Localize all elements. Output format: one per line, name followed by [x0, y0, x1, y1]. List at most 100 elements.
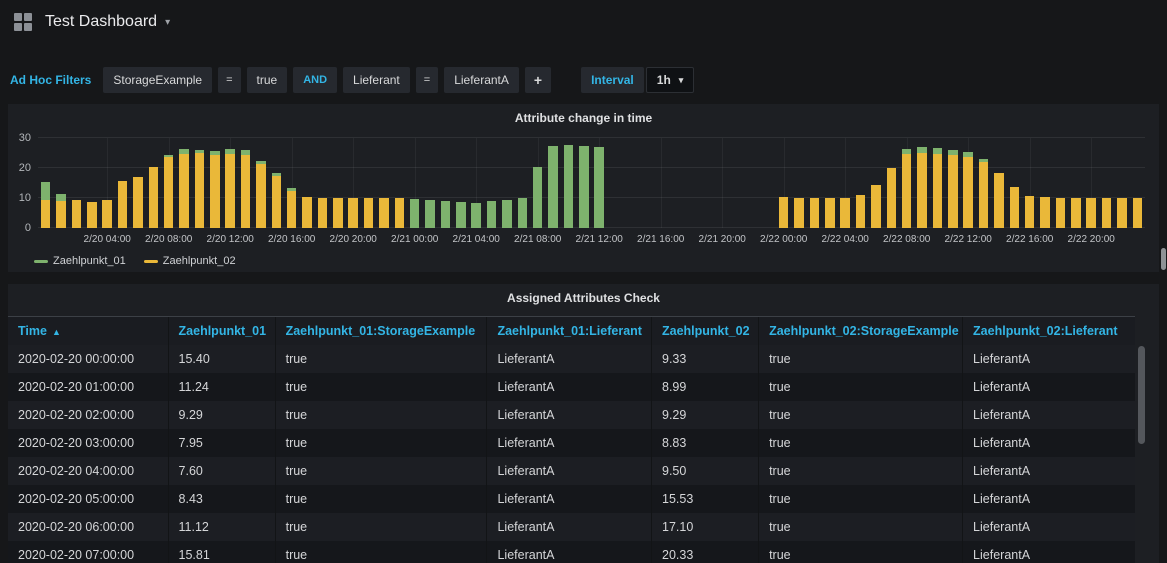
table-cell: LieferantA — [487, 541, 652, 563]
table-scrollbar[interactable] — [1138, 346, 1145, 559]
x-axis-label: 2/21 08:00 — [514, 234, 561, 245]
column-header-zaehlpunkt-02-storageexample[interactable]: Zaehlpunkt_02:StorageExample — [759, 317, 963, 346]
filter1-operator-chip[interactable]: = — [218, 67, 240, 93]
y-axis-label: 20 — [19, 162, 31, 174]
column-header-zaehlpunkt-02[interactable]: Zaehlpunkt_02 — [652, 317, 759, 346]
bar-zaehlpunkt_02 — [164, 157, 174, 228]
table-cell: true — [759, 457, 963, 485]
bar-zaehlpunkt_02 — [871, 185, 881, 229]
table-cell: true — [275, 541, 487, 563]
table-cell: LieferantA — [963, 513, 1135, 541]
column-header-time[interactable]: Time▲ — [8, 317, 168, 346]
table-cell: true — [759, 429, 963, 457]
bar-zaehlpunkt_02 — [1056, 198, 1066, 228]
table-row: 2020-02-20 01:00:0011.24trueLieferantA8.… — [8, 373, 1135, 401]
bar-zaehlpunkt_02 — [1117, 198, 1127, 228]
table-cell: LieferantA — [487, 429, 652, 457]
x-axis-label: 2/20 16:00 — [268, 234, 315, 245]
bar-zaehlpunkt_02 — [179, 154, 189, 228]
table-cell: LieferantA — [487, 513, 652, 541]
chevron-down-icon: ▾ — [679, 75, 684, 86]
bar-zaehlpunkt_02 — [333, 198, 343, 228]
x-axis-label: 2/22 04:00 — [822, 234, 869, 245]
bar-zaehlpunkt_02 — [948, 155, 958, 228]
legend-item-zaehlpunkt_01[interactable]: Zaehlpunkt_01 — [34, 255, 126, 267]
grid-line-x — [722, 138, 723, 228]
y-axis-label: 10 — [19, 192, 31, 204]
chart-y-axis: 0102030 — [8, 138, 34, 228]
filter1-key-chip[interactable]: StorageExample — [103, 67, 212, 93]
table-cell: 8.83 — [652, 429, 759, 457]
table-cell: true — [759, 485, 963, 513]
bar-zaehlpunkt_01 — [456, 202, 466, 228]
table-cell: LieferantA — [963, 541, 1135, 563]
add-filter-button[interactable]: + — [525, 67, 551, 93]
interval-select[interactable]: 1h ▾ — [646, 67, 695, 93]
table-scrollbar-thumb[interactable] — [1138, 346, 1145, 444]
filter1-value-chip[interactable]: true — [247, 67, 288, 93]
column-header-zaehlpunkt-01[interactable]: Zaehlpunkt_01 — [168, 317, 275, 346]
filter2-operator-chip[interactable]: = — [416, 67, 438, 93]
table-panel-title[interactable]: Assigned Attributes Check — [8, 284, 1159, 305]
table-cell: 20.33 — [652, 541, 759, 563]
x-axis-label: 2/22 12:00 — [945, 234, 992, 245]
bar-zaehlpunkt_02 — [272, 176, 282, 229]
dashboard-grid-icon[interactable] — [14, 13, 32, 31]
dashboard-title[interactable]: Test Dashboard — [45, 13, 157, 31]
interval-variable: Interval 1h ▾ — [581, 67, 694, 93]
grid-square — [14, 23, 22, 31]
table-cell: true — [275, 373, 487, 401]
column-header-zaehlpunkt-01-lieferant[interactable]: Zaehlpunkt_01:Lieferant — [487, 317, 652, 346]
table-cell: true — [275, 485, 487, 513]
bar-zaehlpunkt_01 — [425, 200, 435, 228]
filter2-value-chip[interactable]: LieferantA — [444, 67, 519, 93]
bar-zaehlpunkt_02 — [348, 198, 358, 228]
x-axis-label: 2/21 16:00 — [637, 234, 684, 245]
bar-zaehlpunkt_02 — [133, 177, 143, 228]
bar-zaehlpunkt_02 — [302, 197, 312, 228]
table-cell: LieferantA — [963, 373, 1135, 401]
chart-legend: Zaehlpunkt_01 Zaehlpunkt_02 — [34, 255, 236, 267]
x-axis-label: 2/22 00:00 — [760, 234, 807, 245]
bar-zaehlpunkt_02 — [1040, 197, 1050, 228]
x-axis-label: 2/22 16:00 — [1006, 234, 1053, 245]
bar-zaehlpunkt_01 — [594, 147, 604, 228]
bar-zaehlpunkt_02 — [225, 154, 235, 228]
table-cell: true — [759, 541, 963, 563]
chevron-down-icon[interactable]: ▾ — [165, 17, 170, 28]
bar-zaehlpunkt_01 — [518, 198, 528, 228]
legend-swatch — [34, 260, 48, 263]
bar-zaehlpunkt_02 — [1102, 198, 1112, 228]
table-cell: 8.99 — [652, 373, 759, 401]
bar-zaehlpunkt_02 — [318, 198, 328, 228]
grid-line-x — [661, 138, 662, 228]
bar-zaehlpunkt_01 — [579, 146, 589, 228]
interval-value: 1h — [657, 73, 671, 87]
column-header-zaehlpunkt-02-lieferant[interactable]: Zaehlpunkt_02:Lieferant — [963, 317, 1135, 346]
column-header-zaehlpunkt-01-storageexample[interactable]: Zaehlpunkt_01:StorageExample — [275, 317, 487, 346]
x-axis-label: 2/21 04:00 — [453, 234, 500, 245]
table-cell: 9.29 — [168, 401, 275, 429]
bar-zaehlpunkt_01 — [441, 201, 451, 228]
bar-zaehlpunkt_02 — [963, 157, 973, 228]
bar-zaehlpunkt_01 — [502, 200, 512, 229]
table-row: 2020-02-20 04:00:007.60trueLieferantA9.5… — [8, 457, 1135, 485]
table-cell: 15.40 — [168, 345, 275, 373]
filter2-key-chip[interactable]: Lieferant — [343, 67, 410, 93]
legend-label: Zaehlpunkt_02 — [163, 255, 236, 267]
table-cell: LieferantA — [487, 457, 652, 485]
table-cell: 2020-02-20 01:00:00 — [8, 373, 168, 401]
bar-zaehlpunkt_02 — [149, 167, 159, 228]
sort-asc-icon: ▲ — [52, 327, 61, 337]
bar-zaehlpunkt_02 — [887, 168, 897, 228]
chart-scrollbar[interactable] — [1161, 248, 1166, 270]
table-cell: true — [759, 401, 963, 429]
x-axis-label: 2/20 08:00 — [145, 234, 192, 245]
legend-item-zaehlpunkt_02[interactable]: Zaehlpunkt_02 — [144, 255, 236, 267]
legend-swatch — [144, 260, 158, 263]
chart-panel-title[interactable]: Attribute change in time — [8, 104, 1159, 125]
table-cell: LieferantA — [963, 345, 1135, 373]
table-cell: 2020-02-20 02:00:00 — [8, 401, 168, 429]
x-axis-label: 2/20 20:00 — [330, 234, 377, 245]
bar-zaehlpunkt_02 — [917, 153, 927, 228]
